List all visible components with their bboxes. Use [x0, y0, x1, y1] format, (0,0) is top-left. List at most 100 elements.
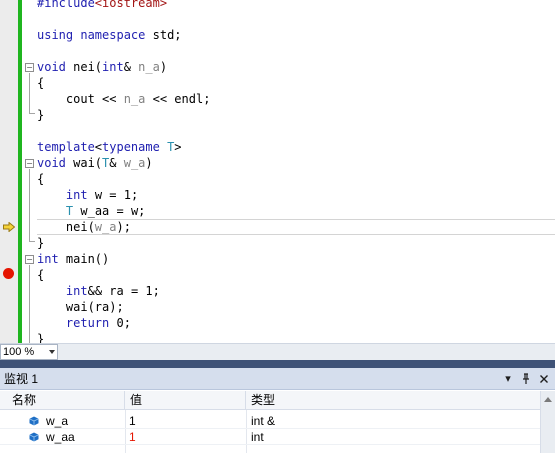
glyph-margin[interactable]	[0, 0, 18, 343]
code-line[interactable]: int&& ra = 1;	[37, 283, 160, 299]
code-token: wai(	[65, 156, 103, 170]
column-header-type[interactable]: 类型	[246, 391, 540, 410]
watch-row-w_aa[interactable]: w_aa 1 int	[0, 429, 540, 445]
code-token: }	[37, 332, 45, 343]
watch-type: int	[251, 430, 264, 444]
window-position-dropdown-icon[interactable]: ▾	[503, 373, 513, 385]
scroll-up-arrow-icon[interactable]	[544, 397, 552, 402]
editor-bottom-bar: 100 %	[0, 343, 555, 360]
code-token: }	[37, 236, 45, 250]
collapse-main-icon[interactable]: −	[25, 255, 34, 264]
code-token: );	[116, 220, 131, 234]
panel-splitter[interactable]	[0, 360, 555, 368]
code-token: w_a	[123, 156, 146, 170]
code-token: nei(	[37, 220, 95, 234]
watch-title: 监视 1	[4, 372, 39, 386]
vertical-scrollbar[interactable]	[540, 391, 555, 453]
code-line[interactable]: }	[37, 107, 44, 123]
code-line[interactable]: nei(w_a);	[37, 219, 131, 235]
zoom-value: 100 %	[3, 346, 35, 358]
horizontal-scrollbar[interactable]	[59, 344, 555, 360]
fold-guide	[29, 265, 30, 343]
code-token: using	[37, 28, 74, 42]
zoom-dropdown[interactable]: 100 %	[0, 344, 58, 360]
watch-name: w_a	[46, 414, 69, 428]
code-token: nei(	[65, 60, 103, 74]
code-line[interactable]: }	[37, 331, 44, 343]
code-line[interactable]: void wai(T& w_a)	[37, 155, 153, 171]
fold-guide-end	[29, 241, 35, 242]
breakpoint-icon[interactable]	[3, 268, 14, 279]
code-line[interactable]: {	[37, 75, 44, 91]
code-token: 0;	[109, 316, 131, 330]
code-editor[interactable]: − − − #include<iostream> using namespace …	[0, 0, 555, 343]
code-token: n_a	[123, 92, 146, 106]
code-line[interactable]: T w_aa = w;	[37, 203, 145, 219]
chevron-down-icon	[49, 350, 55, 354]
current-execution-arrow-icon	[3, 222, 15, 232]
collapse-nei-icon[interactable]: −	[25, 63, 34, 72]
code-token: {	[37, 268, 45, 282]
code-line[interactable]: }	[37, 235, 44, 251]
code-token: )	[159, 60, 168, 74]
fold-guide	[29, 73, 30, 113]
code-token: namespace	[80, 28, 146, 42]
code-token: w = 1;	[87, 188, 139, 202]
code-token: template	[37, 140, 95, 154]
close-icon[interactable]	[539, 373, 549, 385]
watch-panel: 监视 1 ▾ 名称 值 类型 w_a 1 int & w_aa 1 int	[0, 368, 555, 453]
code-token: std;	[145, 28, 182, 42]
code-token: <iostream>	[94, 0, 168, 10]
code-line[interactable]: return 0;	[37, 315, 131, 331]
code-token: &	[123, 60, 139, 74]
watch-row-w_a[interactable]: w_a 1 int &	[0, 413, 540, 429]
watch-value-changed[interactable]: 1	[129, 429, 136, 445]
pin-icon[interactable]	[521, 373, 531, 385]
fold-guide-end	[29, 113, 35, 114]
code-line[interactable]: #include<iostream>	[37, 0, 167, 11]
code-token: &	[109, 156, 124, 170]
code-token: #include	[37, 0, 95, 10]
watch-type: int &	[251, 414, 276, 428]
column-header-value[interactable]: 值	[125, 391, 246, 410]
fold-guide	[29, 169, 30, 241]
code-token: w_a	[94, 220, 117, 234]
code-token: )	[145, 156, 153, 170]
watch-grid-header: 名称 值 类型	[0, 391, 540, 410]
watch-value[interactable]: 1	[129, 413, 136, 429]
watch-title-bar: 监视 1 ▾	[0, 368, 555, 390]
code-line[interactable]: template<typename T>	[37, 139, 182, 155]
code-token: int	[37, 252, 59, 266]
column-header-name[interactable]: 名称	[0, 391, 125, 410]
code-line[interactable]: void nei(int& n_a)	[37, 59, 167, 75]
code-token: <	[94, 140, 103, 154]
code-token: main()	[58, 252, 110, 266]
local-variable-icon	[29, 416, 39, 426]
code-token: int	[65, 188, 88, 202]
code-token: return	[65, 316, 110, 330]
code-token: {	[37, 76, 45, 90]
code-token: && ra = 1;	[87, 284, 160, 298]
code-line[interactable]: using namespace std;	[37, 27, 182, 43]
code-token: >	[174, 140, 182, 154]
code-token: wai(ra);	[37, 300, 124, 314]
code-token: int	[102, 60, 124, 74]
code-line[interactable]: {	[37, 171, 44, 187]
code-token: void	[37, 60, 66, 74]
collapse-wai-icon[interactable]: −	[25, 159, 34, 168]
code-token: w_aa = w;	[73, 204, 146, 218]
code-line[interactable]: int w = 1;	[37, 187, 138, 203]
local-variable-icon	[29, 432, 39, 442]
code-token: typename	[102, 140, 160, 154]
code-line[interactable]: {	[37, 267, 44, 283]
code-token: }	[37, 108, 45, 122]
code-line[interactable]: cout << n_a << endl;	[37, 91, 211, 107]
code-line[interactable]: int main()	[37, 251, 109, 267]
code-line[interactable]: wai(ra);	[37, 299, 124, 315]
code-token: void	[37, 156, 66, 170]
